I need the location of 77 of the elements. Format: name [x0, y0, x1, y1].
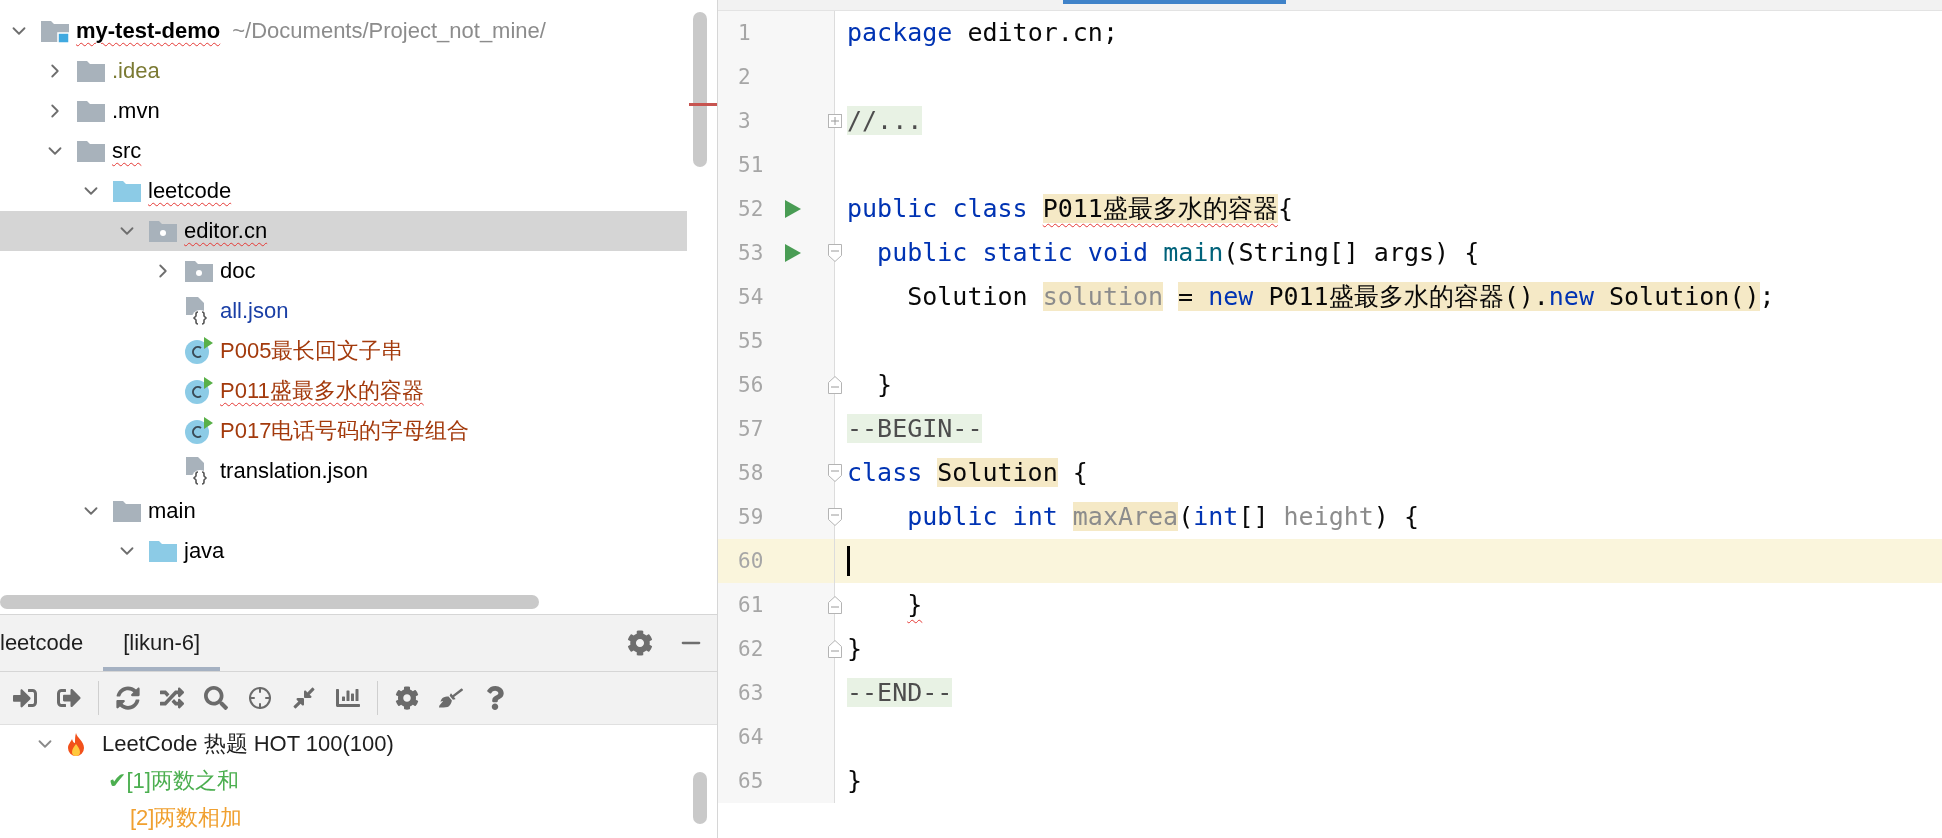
line-number: 59 — [738, 505, 765, 529]
code-line: } — [906, 589, 923, 621]
problem-group[interactable]: LeetCode 热题 HOT 100(100) — [0, 725, 717, 762]
code-line: public class P011盛最多水的容器{ — [847, 193, 1293, 225]
sign-in-icon[interactable] — [13, 686, 37, 710]
bar-chart-icon[interactable] — [336, 686, 360, 710]
line-number: 56 — [738, 373, 765, 397]
line-number: 3 — [738, 109, 752, 133]
line-number: 62 — [738, 637, 765, 661]
run-icon[interactable] — [784, 199, 802, 219]
settings-icon[interactable] — [627, 630, 653, 656]
tree-item[interactable]: .idea — [0, 51, 687, 91]
class-file-icon — [184, 377, 214, 405]
json-file-icon — [184, 296, 210, 326]
tree-item[interactable]: src — [0, 131, 687, 171]
folder-icon — [112, 179, 142, 203]
line-number: 63 — [738, 681, 765, 705]
tree-item[interactable]: P005最长回文子串 — [0, 331, 687, 371]
line-number: 58 — [738, 461, 765, 485]
tree-item[interactable]: all.json — [0, 291, 687, 331]
package-folder-icon — [184, 259, 214, 283]
error-marker — [689, 103, 717, 106]
tree-item[interactable]: leetcode — [0, 171, 687, 211]
line-number: 65 — [738, 769, 765, 793]
line-number: 60 — [738, 549, 765, 573]
folder-icon — [76, 59, 106, 83]
scrollbar-thumb[interactable] — [693, 12, 707, 167]
folder-icon — [148, 539, 178, 563]
code-line: } — [876, 369, 893, 401]
tree-item[interactable]: .mvn — [0, 91, 687, 131]
line-number: 52 — [738, 197, 765, 221]
settings-icon[interactable] — [395, 686, 419, 710]
tree-item[interactable]: java — [0, 531, 687, 571]
tree-item[interactable]: main — [0, 491, 687, 531]
flame-icon — [66, 731, 86, 756]
line-number: 55 — [738, 329, 765, 353]
package-folder-icon — [148, 219, 178, 243]
class-file-icon — [184, 337, 214, 365]
line-number: 57 — [738, 417, 765, 441]
tab[interactable]: leetcode — [0, 615, 104, 671]
json-file-icon — [184, 456, 210, 486]
tree-item[interactable]: editor.cn — [0, 211, 687, 251]
tree-item[interactable]: translation.json — [0, 451, 687, 491]
line-number: 54 — [738, 285, 765, 309]
broom-icon[interactable] — [439, 686, 463, 710]
tree-item[interactable]: doc — [0, 251, 687, 291]
search-icon[interactable] — [204, 686, 228, 710]
tree-item[interactable]: my-test-demo ~/Documents/Project_not_mine/ — [0, 11, 687, 51]
code-line: } — [847, 765, 863, 797]
crosshair-icon[interactable] — [248, 686, 272, 710]
scrollbar-thumb[interactable] — [0, 595, 539, 609]
line-number: 64 — [738, 725, 765, 749]
code-line: class Solution { — [847, 457, 1088, 489]
refresh-icon[interactable] — [116, 686, 140, 710]
project-folder-icon — [40, 19, 70, 43]
line-number: 51 — [738, 153, 765, 177]
line-number: 1 — [738, 21, 752, 45]
run-icon[interactable] — [784, 243, 802, 263]
project-path: ~/Documents/Project_not_mine/ — [232, 18, 546, 44]
class-file-icon — [184, 417, 214, 445]
code-line: package editor.cn; — [847, 17, 1118, 49]
collapse-icon[interactable] — [292, 686, 316, 710]
code-line: } — [847, 633, 863, 665]
line-number: 53 — [738, 241, 765, 265]
folder-icon — [112, 499, 142, 523]
folder-icon — [76, 139, 106, 163]
line-number: 2 — [738, 65, 752, 89]
code-line: Solution solution = new P011盛最多水的容器().new Solution(); — [906, 281, 1775, 313]
tree-item[interactable]: P011盛最多水的容器 — [0, 371, 687, 411]
code-line: public static void main(String[] args) { — [876, 237, 1480, 269]
line-number: 61 — [738, 593, 765, 617]
tree-item[interactable]: P017电话号码的字母组合 — [0, 411, 687, 451]
scrollbar-thumb[interactable] — [693, 772, 707, 824]
code-line: public int maxArea(int[] height) { — [906, 501, 1419, 533]
folder-icon — [76, 99, 106, 123]
sign-out-icon[interactable] — [57, 686, 81, 710]
shuffle-icon[interactable] — [160, 686, 184, 710]
